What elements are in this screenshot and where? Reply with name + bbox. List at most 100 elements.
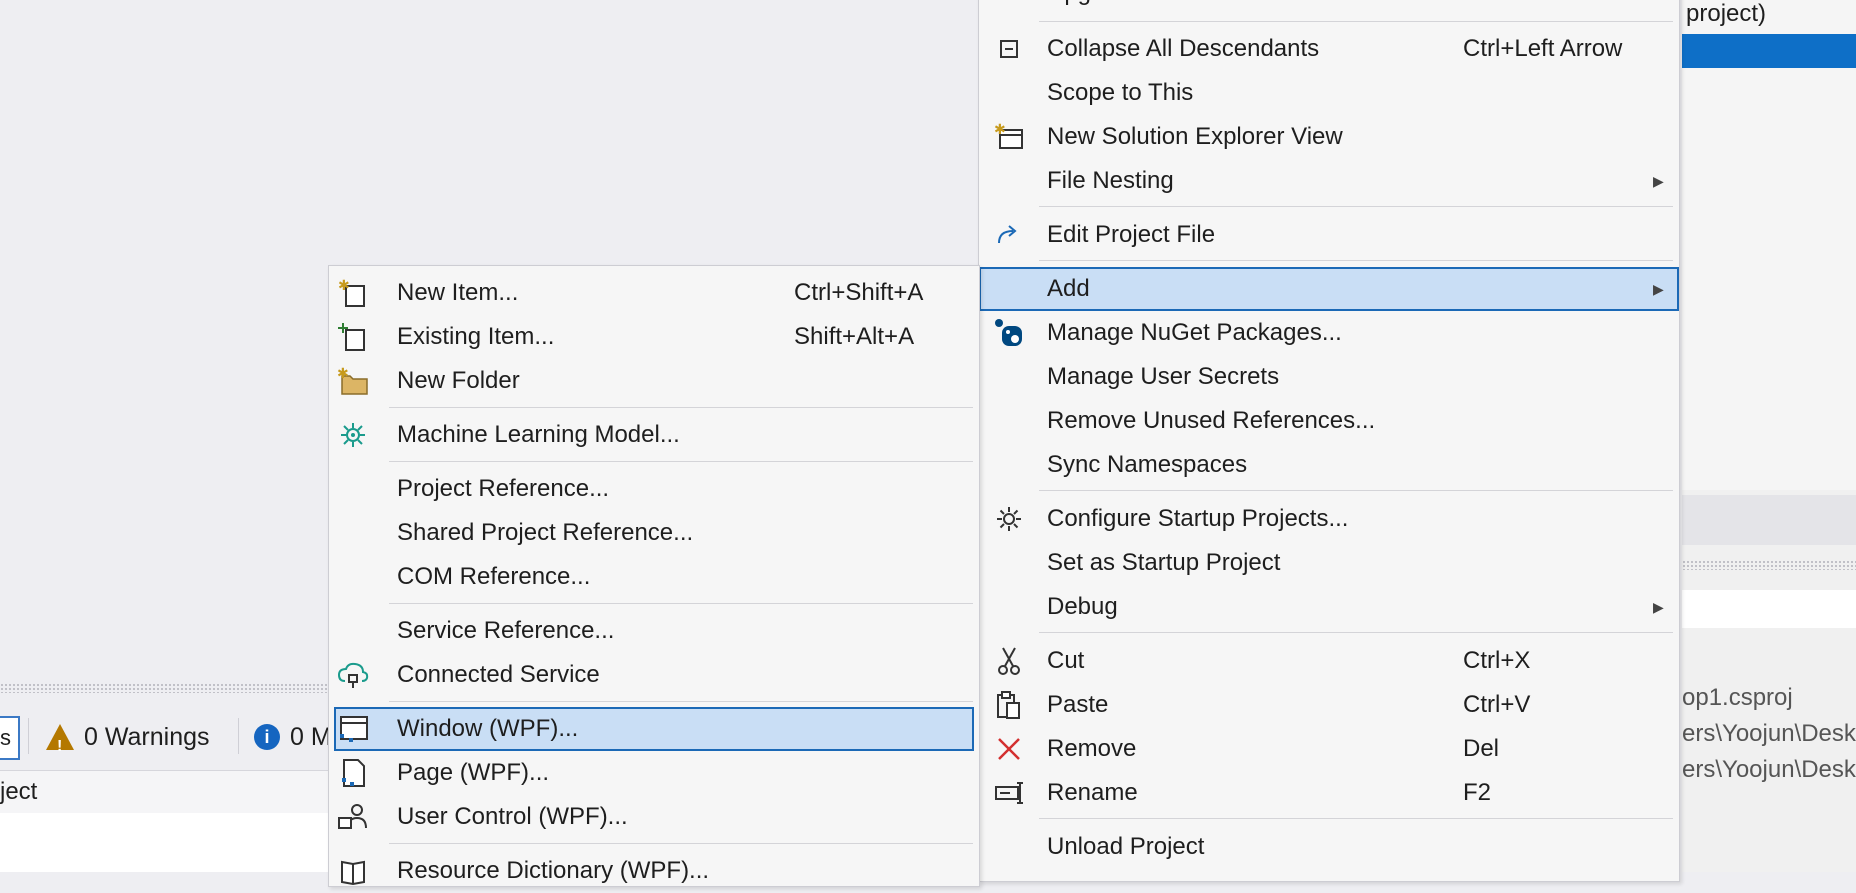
prop-row-1: op1.csproj: [1682, 684, 1793, 711]
menu-item-label: Paste: [1047, 691, 1109, 718]
rename-icon: [991, 771, 1027, 815]
submenu-item-com-reference[interactable]: COM Reference...: [329, 555, 979, 599]
menu-item-label: Remove: [1047, 735, 1137, 762]
menu-item-set-as-startup-project[interactable]: Set as Startup Project: [979, 541, 1679, 585]
menu-item-manage-nuget-packages[interactable]: Manage NuGet Packages...: [979, 311, 1679, 355]
menu-item-paste[interactable]: Paste Ctrl+V: [979, 683, 1679, 727]
connected-service-icon: [335, 653, 371, 697]
menu-item-collapse-all-descendants[interactable]: Collapse All Descendants Ctrl+Left Arrow: [979, 27, 1679, 71]
menu-item-new-solution-explorer-view[interactable]: ✱ New Solution Explorer View: [979, 115, 1679, 159]
messages-label: 0 M: [290, 723, 332, 751]
menu-item-label: Set as Startup Project: [1047, 549, 1281, 576]
warnings-label: 0 Warnings: [84, 723, 210, 751]
submenu-arrow-icon: ▶: [1653, 599, 1664, 615]
submenu-item-page-wpf[interactable]: Page (WPF)...: [329, 751, 979, 795]
menu-separator: [1039, 818, 1673, 819]
properties-tab-strip: [1682, 495, 1856, 545]
submenu-item-window-wpf[interactable]: Window (WPF)...: [334, 707, 974, 751]
resource-dictionary-icon: [335, 849, 371, 893]
menu-item-shortcut: Ctrl+X: [1463, 647, 1531, 674]
remove-x-icon: [991, 727, 1027, 771]
menu-item-label: User Control (WPF)...: [397, 803, 628, 830]
menu-item-label: New Solution Explorer View: [1047, 123, 1343, 150]
menu-item-add[interactable]: Add ▶: [979, 267, 1679, 311]
menu-separator: [1039, 21, 1673, 22]
panel-grip-left[interactable]: [0, 683, 330, 693]
errors-filter-button[interactable]: s: [0, 716, 20, 760]
menu-item-label: Machine Learning Model...: [397, 421, 680, 448]
submenu-item-existing-item[interactable]: Existing Item... Shift+Alt+A: [329, 315, 979, 359]
new-folder-icon: ✱: [335, 359, 371, 403]
menu-item-label: Scope to This: [1047, 79, 1194, 106]
menu-item-label: Sync Namespaces: [1047, 451, 1248, 478]
redo-arrow-icon: [991, 213, 1027, 257]
submenu-item-resource-dictionary-wpf[interactable]: Resource Dictionary (WPF)...: [329, 849, 979, 893]
menu-item-label: Debug: [1047, 593, 1118, 620]
error-list-column-header[interactable]: ject: [0, 770, 330, 814]
scissors-icon: [991, 639, 1027, 683]
menu-item-label: Resource Dictionary (WPF)...: [397, 857, 710, 884]
menu-item-label: Upgrade: [1047, 0, 1139, 15]
add-submenu: ✱ New Item... Ctrl+Shift+A Existing Item…: [328, 265, 980, 887]
menu-item-label: Project Reference...: [397, 475, 610, 502]
svg-text:✱: ✱: [338, 278, 350, 293]
solution-selected-row[interactable]: [1682, 34, 1856, 68]
menu-item-configure-startup-projects[interactable]: Configure Startup Projects...: [979, 497, 1679, 541]
menu-separator: [389, 603, 973, 604]
warning-icon: !: [46, 724, 74, 755]
submenu-item-connected-service[interactable]: Connected Service: [329, 653, 979, 697]
menu-item-label: File Nesting: [1047, 167, 1174, 194]
submenu-item-machine-learning-model[interactable]: Machine Learning Model...: [329, 413, 979, 457]
menu-item-label: Shared Project Reference...: [397, 519, 694, 546]
project-context-menu: Upgrade Collapse All Descendants Ctrl+Le…: [978, 0, 1680, 882]
warnings-filter-button[interactable]: ! 0 Warnings: [46, 720, 210, 755]
menu-item-sync-namespaces[interactable]: Sync Namespaces: [979, 443, 1679, 487]
gear-icon: [991, 497, 1027, 541]
submenu-item-shared-project-reference[interactable]: Shared Project Reference...: [329, 511, 979, 555]
menu-item-label: Manage NuGet Packages...: [1047, 319, 1342, 346]
menu-item-label: Rename: [1047, 779, 1138, 806]
menu-item-manage-user-secrets[interactable]: Manage User Secrets: [979, 355, 1679, 399]
toolbar-separator: [238, 718, 239, 754]
menu-item-debug[interactable]: Debug ▶: [979, 585, 1679, 629]
new-view-icon: ✱: [991, 115, 1027, 159]
menu-item-scope-to-this[interactable]: Scope to This: [979, 71, 1679, 115]
submenu-item-user-control-wpf[interactable]: User Control (WPF)...: [329, 795, 979, 839]
messages-filter-button[interactable]: i 0 M: [254, 720, 332, 754]
submenu-item-project-reference[interactable]: Project Reference...: [329, 467, 979, 511]
menu-item-label: Existing Item...: [397, 323, 555, 350]
menu-item-shortcut: Ctrl+Left Arrow: [1463, 35, 1623, 62]
menu-separator: [1039, 206, 1673, 207]
menu-item-label: Cut: [1047, 647, 1085, 674]
properties-selector[interactable]: [1682, 590, 1856, 628]
menu-item-label: Window (WPF)...: [397, 715, 579, 742]
menu-item-file-nesting[interactable]: File Nesting ▶: [979, 159, 1679, 203]
menu-item-unload-project[interactable]: Unload Project: [979, 825, 1679, 869]
menu-item-label: Manage User Secrets: [1047, 363, 1280, 390]
panel-grip-right[interactable]: [1682, 560, 1856, 570]
menu-separator: [389, 461, 973, 462]
menu-item-rename[interactable]: Rename F2: [979, 771, 1679, 815]
menu-item-label: Collapse All Descendants: [1047, 35, 1320, 62]
svg-text:✱: ✱: [337, 366, 349, 381]
menu-item-shortcut: F2: [1463, 779, 1492, 806]
menu-item-remove[interactable]: Remove Del: [979, 727, 1679, 771]
toolbar-separator: [28, 718, 29, 754]
page-wpf-icon: [335, 751, 371, 795]
menu-item-cut[interactable]: Cut Ctrl+X: [979, 639, 1679, 683]
menu-item-label: Page (WPF)...: [397, 759, 550, 786]
submenu-item-new-item[interactable]: ✱ New Item... Ctrl+Shift+A: [329, 271, 979, 315]
window-wpf-icon: [335, 707, 371, 751]
menu-item-edit-project-file[interactable]: Edit Project File: [979, 213, 1679, 257]
prop-row-2: ers\Yoojun\Desk: [1682, 720, 1856, 747]
submenu-item-new-folder[interactable]: ✱ New Folder: [329, 359, 979, 403]
menu-item-upgrade[interactable]: Upgrade: [979, 0, 1679, 15]
menu-item-label: Connected Service: [397, 661, 600, 688]
clipboard-icon: [991, 683, 1027, 727]
ml-model-icon: [335, 413, 371, 457]
submenu-item-service-reference[interactable]: Service Reference...: [329, 609, 979, 653]
menu-item-shortcut: Del: [1463, 735, 1500, 762]
menu-separator: [389, 701, 973, 702]
solution-project-node-label[interactable]: project): [1686, 0, 1766, 28]
menu-item-remove-unused-references[interactable]: Remove Unused References...: [979, 399, 1679, 443]
